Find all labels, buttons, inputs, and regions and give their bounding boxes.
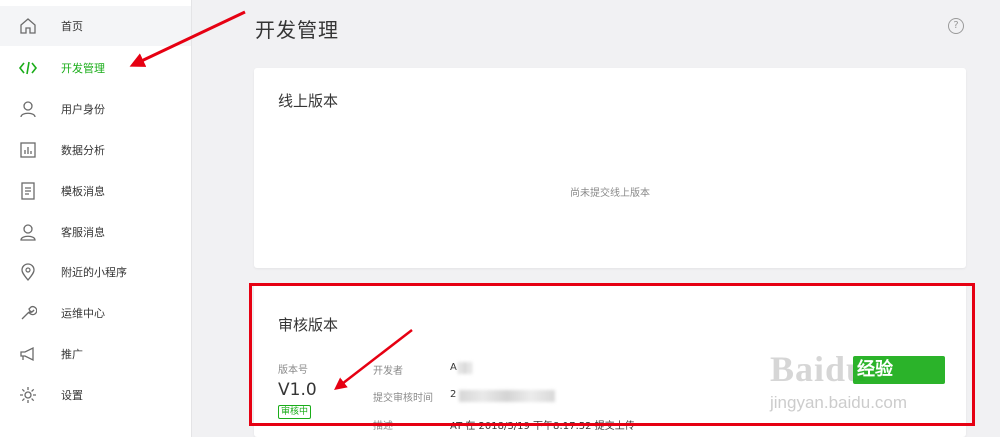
help-icon[interactable]: ?	[948, 18, 964, 34]
sidebar-item-label: 推广	[61, 348, 83, 361]
code-icon	[18, 58, 38, 78]
user-icon	[18, 99, 38, 119]
gear-icon	[18, 385, 38, 405]
online-version-card: 线上版本 尚未提交线上版本	[254, 68, 966, 268]
sidebar-item-dev-management[interactable]: 开发管理	[0, 48, 192, 88]
sidebar-item-label: 模板消息	[61, 185, 105, 198]
location-icon	[18, 262, 38, 282]
page-title: 开发管理	[255, 18, 339, 42]
sidebar-item-label: 开发管理	[61, 62, 105, 75]
sidebar-item-customer-service[interactable]: 客服消息	[0, 212, 192, 252]
annotation-highlight-box	[249, 283, 975, 426]
sidebar-item-template-messages[interactable]: 模板消息	[0, 171, 192, 211]
online-version-title: 线上版本	[278, 92, 339, 110]
sidebar-item-label: 首页	[61, 20, 83, 33]
template-icon	[18, 181, 38, 201]
sidebar-item-label: 客服消息	[61, 226, 105, 239]
sidebar-item-label: 附近的小程序	[61, 266, 127, 279]
home-icon	[18, 16, 38, 36]
sidebar-item-user-identity[interactable]: 用户身份	[0, 89, 192, 129]
sidebar: 首页 开发管理 用户身份 数据分析 模板消息 客服消息 附近的小程序 运维中心 …	[0, 0, 192, 437]
sidebar-item-label: 设置	[61, 389, 83, 402]
wrench-icon	[18, 303, 38, 323]
sidebar-item-settings[interactable]: 设置	[0, 375, 192, 415]
sidebar-item-label: 数据分析	[61, 144, 105, 157]
sidebar-item-label: 用户身份	[61, 103, 105, 116]
online-version-empty-text: 尚未提交线上版本	[570, 188, 650, 199]
sidebar-item-home[interactable]: 首页	[0, 6, 191, 46]
sidebar-item-label: 运维中心	[61, 307, 105, 320]
chart-icon	[18, 140, 38, 160]
sidebar-item-promotion[interactable]: 推广	[0, 334, 192, 374]
sidebar-item-data-analysis[interactable]: 数据分析	[0, 130, 192, 170]
sidebar-item-ops-center[interactable]: 运维中心	[0, 293, 192, 333]
sidebar-item-nearby-miniprograms[interactable]: 附近的小程序	[0, 252, 192, 292]
customer-service-icon	[18, 222, 38, 242]
megaphone-icon	[18, 344, 38, 364]
